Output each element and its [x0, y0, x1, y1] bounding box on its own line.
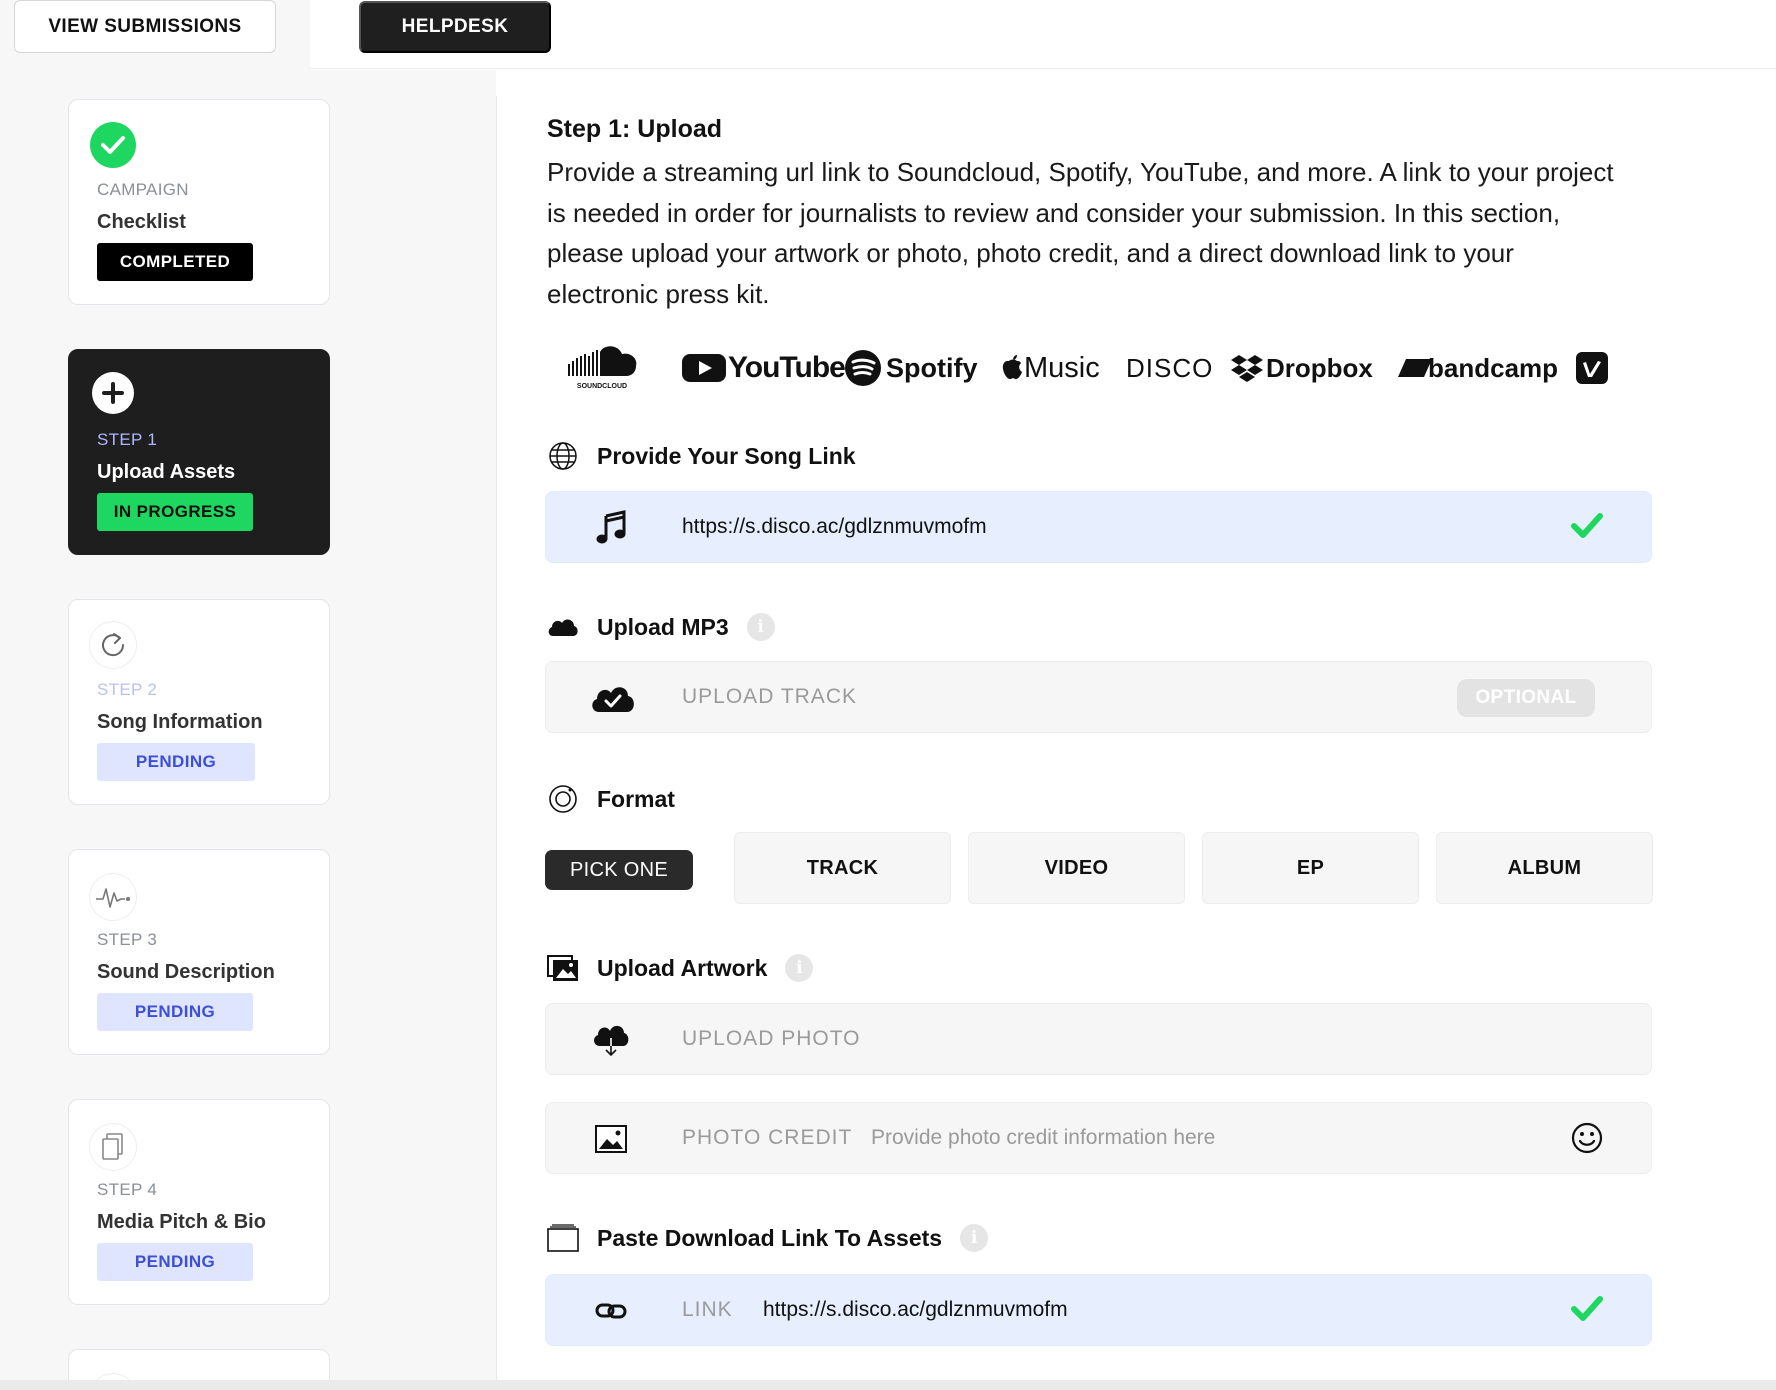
vimeo-logo — [1576, 338, 1608, 398]
mp3-section-header: Upload MP3 i — [547, 611, 775, 643]
platform-logos: SOUNDCLOUD YouTube Spotify Music DISCO D… — [560, 338, 1620, 398]
info-icon[interactable]: i — [785, 954, 814, 982]
sidebar-card-step-1[interactable]: STEP 1 Upload Assets IN PROGRESS — [68, 349, 330, 555]
format-album-button[interactable]: ALBUM — [1436, 832, 1653, 904]
sidebar-card-campaign-checklist[interactable]: CAMPAIGN Checklist COMPLETED — [68, 99, 330, 305]
section-title: Format — [597, 785, 675, 812]
card-eyebrow: STEP 2 — [97, 680, 158, 699]
document-icon — [90, 1124, 136, 1170]
cloud-icon — [547, 611, 579, 643]
disco-logo: DISCO — [1126, 352, 1214, 383]
card-title: Upload Assets — [97, 461, 236, 483]
card-title: Checklist — [97, 211, 186, 233]
bandcamp-logo: bandcamp — [1398, 338, 1558, 398]
cloud-download-icon — [592, 1022, 630, 1058]
status-badge-pending: PENDING — [97, 993, 253, 1031]
window-icon — [547, 1222, 579, 1254]
status-badge-in-progress: IN PROGRESS — [97, 493, 253, 531]
smiley-icon[interactable] — [1571, 1122, 1603, 1159]
photo-credit-input[interactable]: Provide photo credit information here — [871, 1126, 1215, 1150]
info-icon[interactable]: i — [960, 1224, 989, 1252]
sidebar-card-step-2[interactable]: STEP 2 Song Information PENDING — [68, 599, 330, 805]
soundcloud-logo: SOUNDCLOUD — [566, 338, 646, 398]
music-note-icon — [592, 510, 630, 546]
disc-icon — [547, 783, 579, 815]
view-submissions-button[interactable]: VIEW SUBMISSIONS — [14, 0, 276, 53]
globe-icon — [547, 440, 579, 472]
card-title: Media Pitch & Bio — [97, 1211, 266, 1233]
plus-circle-icon — [92, 372, 134, 414]
photo-credit-label: PHOTO CREDIT — [682, 1126, 853, 1149]
photo-credit-field[interactable]: PHOTO CREDIT Provide photo credit inform… — [545, 1102, 1652, 1174]
card-eyebrow: STEP 3 — [97, 930, 158, 949]
top-bar: VIEW SUBMISSIONS HELPDESK — [0, 0, 1776, 70]
section-title: Upload Artwork — [597, 954, 768, 981]
song-link-value[interactable]: https://s.disco.ac/gdlznmuvmofm — [682, 515, 987, 539]
svg-text:SOUNDCLOUD: SOUNDCLOUD — [577, 383, 627, 390]
status-badge-pending: PENDING — [97, 743, 255, 781]
card-eyebrow: STEP 1 — [97, 430, 158, 449]
format-section-header: Format — [547, 783, 675, 815]
pick-one-label: PICK ONE — [545, 850, 693, 890]
download-link-section-header: Paste Download Link To Assets i — [547, 1222, 989, 1254]
artwork-section-header: Upload Artwork i — [547, 952, 814, 984]
format-ep-button[interactable]: EP — [1202, 832, 1419, 904]
cloud-check-icon — [590, 680, 636, 716]
card-title: Sound Description — [97, 961, 275, 983]
checkmark-icon — [1571, 512, 1603, 545]
optional-badge: OPTIONAL — [1457, 679, 1595, 717]
song-link-section-header: Provide Your Song Link — [547, 440, 856, 472]
card-title: Song Information — [97, 711, 263, 733]
upload-photo-field[interactable]: UPLOAD PHOTO — [545, 1003, 1652, 1075]
card-eyebrow: CAMPAIGN — [97, 180, 189, 199]
dropbox-logo: Dropbox — [1230, 338, 1373, 398]
upload-photo-label: UPLOAD PHOTO — [682, 1027, 861, 1050]
upload-track-field[interactable]: UPLOAD TRACK OPTIONAL — [545, 661, 1652, 733]
sidebar-card-step-3[interactable]: STEP 3 Sound Description PENDING — [68, 849, 330, 1055]
image-icon — [592, 1121, 630, 1157]
upload-track-label: UPLOAD TRACK — [682, 685, 857, 708]
section-title: Upload MP3 — [597, 613, 729, 640]
intro-text: Provide a streaming url link to Soundclo… — [547, 157, 1614, 309]
youtube-logo: YouTube — [682, 338, 846, 398]
link-icon — [592, 1293, 630, 1329]
section-title: Paste Download Link To Assets — [597, 1224, 943, 1251]
bottom-edge — [0, 1380, 1776, 1390]
helpdesk-button[interactable]: HELPDESK — [359, 1, 551, 53]
waveform-icon — [90, 874, 136, 920]
download-link-value[interactable]: https://s.disco.ac/gdlznmuvmofm — [763, 1298, 1068, 1322]
checkmark-icon — [1571, 1295, 1603, 1328]
format-track-button[interactable]: TRACK — [734, 832, 951, 904]
section-title: Provide Your Song Link — [597, 442, 856, 469]
song-link-field[interactable]: https://s.disco.ac/gdlznmuvmofm — [545, 491, 1652, 563]
card-eyebrow: STEP 4 — [97, 1180, 158, 1199]
page-title: Step 1: Upload — [547, 115, 723, 143]
check-circle-icon — [90, 122, 136, 168]
status-badge-pending: PENDING — [97, 1243, 253, 1281]
format-video-button[interactable]: VIDEO — [968, 832, 1185, 904]
download-link-field[interactable]: LINK https://s.disco.ac/gdlznmuvmofm — [545, 1274, 1652, 1346]
download-link-label: LINK — [682, 1298, 733, 1321]
info-icon[interactable]: i — [746, 613, 775, 641]
images-icon — [547, 952, 579, 984]
spotify-logo: Spotify — [844, 338, 978, 398]
sidebar-card-step-4[interactable]: STEP 4 Media Pitch & Bio PENDING — [68, 1099, 330, 1305]
apple-music-logo: Music — [1002, 338, 1100, 398]
refresh-icon — [90, 622, 136, 668]
status-badge-completed: COMPLETED — [97, 243, 253, 281]
topbar-divider — [310, 68, 1776, 69]
